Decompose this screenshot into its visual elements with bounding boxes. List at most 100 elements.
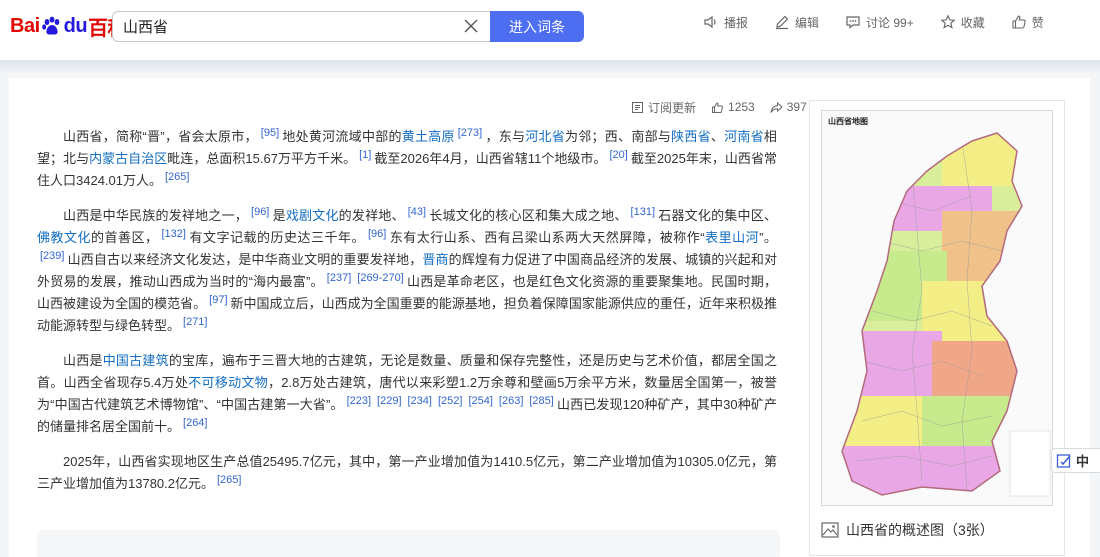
share-icon bbox=[770, 101, 783, 113]
map-caption-text: 山西省的概述图（3张） bbox=[846, 522, 994, 538]
tool-label: 收藏 bbox=[960, 15, 985, 30]
citation-ref[interactable]: [265] bbox=[165, 171, 189, 183]
paw-icon bbox=[41, 16, 60, 35]
paragraph-economy: 2025年，山西省实现地区生产总值25495.7亿元，其中，第一产业增加值为14… bbox=[37, 451, 777, 495]
share-count-button[interactable]: 397 bbox=[770, 100, 807, 114]
tool-broadcast[interactable]: 播报 bbox=[703, 13, 748, 31]
text: 山西自古以来经济文化发达，是中华商业文明的重要发祥地， bbox=[67, 252, 423, 267]
citation-ref[interactable]: [265] bbox=[217, 474, 241, 486]
citation-ref[interactable]: [273] bbox=[458, 127, 482, 139]
text: ，东与 bbox=[485, 129, 526, 144]
citation-ref[interactable]: [264] bbox=[183, 417, 207, 429]
citation-ref[interactable]: [132] bbox=[162, 228, 186, 240]
citation-ref[interactable]: [96] bbox=[251, 206, 269, 218]
tool-label: 讨论 99+ bbox=[866, 15, 914, 30]
link-immovable-relics[interactable]: 不可移动文物 bbox=[188, 375, 268, 390]
text: 、 bbox=[710, 129, 725, 144]
paragraph-intro: 山西省，简称“晋”，省会太原市， [95] 地处黄河流域中部的黄土高原 [273] ，东… bbox=[37, 126, 777, 192]
tool-discussion[interactable]: 讨论 99+ bbox=[845, 13, 914, 31]
logo-bai-text: Bai bbox=[10, 14, 40, 37]
text: 地处黄河流域中部的 bbox=[282, 129, 402, 144]
side-button-label: 中 bbox=[1076, 454, 1090, 469]
enter-entry-button[interactable]: 进入词条 bbox=[490, 11, 584, 42]
paragraph-architecture: 山西是中国古建筑的宝库，遍布于三晋大地的古建筑，无论是数量、质量和保存完整性，还… bbox=[37, 350, 777, 438]
article-meta-row: 订阅更新 1253 397 bbox=[631, 99, 822, 115]
tool-favorite[interactable]: 收藏 bbox=[940, 13, 985, 31]
text: 截至2026年4月，山西省辖11个地级市。 bbox=[374, 151, 607, 166]
like-count-button[interactable]: 1253 bbox=[711, 100, 755, 114]
text: 的首善区， bbox=[91, 230, 159, 245]
text: 是 bbox=[272, 208, 286, 223]
province-map-graphic bbox=[841, 132, 1051, 497]
citation-ref[interactable]: [234] bbox=[408, 395, 432, 407]
logo-du-text: du bbox=[63, 14, 88, 37]
image-gallery-icon bbox=[821, 522, 839, 538]
citation-ref[interactable]: [285] bbox=[529, 395, 553, 407]
link-buddhist-culture[interactable]: 佛教文化 bbox=[37, 230, 91, 245]
top-bar: Bai du 百科 进入词条 播报 bbox=[0, 0, 1100, 60]
citation-ref[interactable]: [237] bbox=[327, 272, 351, 284]
baidu-baike-logo[interactable]: Bai du 百科 bbox=[10, 11, 128, 41]
text: 山西省，简称“晋”，省会太原市， bbox=[63, 129, 258, 144]
text: 为邻；西、南部与 bbox=[565, 129, 672, 144]
text: 毗连，总面积15.67万平方千米。 bbox=[167, 151, 357, 166]
citation-ref[interactable]: [229] bbox=[377, 395, 401, 407]
like-count: 1253 bbox=[728, 100, 755, 114]
toolbar: 播报 编辑 讨论 99+ 收藏 赞 bbox=[703, 13, 1070, 31]
subscribe-icon bbox=[632, 101, 643, 113]
citation-ref[interactable]: [1] bbox=[359, 149, 371, 161]
tool-label: 播报 bbox=[724, 15, 749, 30]
map-gallery-caption[interactable]: 山西省的概述图（3张） bbox=[821, 520, 994, 540]
citation-ref[interactable]: [96] bbox=[368, 228, 386, 240]
thumbs-up-icon bbox=[1012, 15, 1026, 29]
star-icon bbox=[940, 14, 956, 29]
citation-ref[interactable]: [131] bbox=[631, 206, 655, 218]
overview-map-card[interactable]: 山西省地图 山西省的概述图（3张） bbox=[809, 100, 1065, 556]
citation-ref[interactable]: [263] bbox=[499, 395, 523, 407]
link-hebei[interactable]: 河北省 bbox=[525, 129, 565, 144]
thumbs-up-icon bbox=[712, 101, 723, 113]
text: 2025年，山西省实现地区生产总值25495.7亿元，其中，第一产业增加值为14… bbox=[37, 454, 777, 491]
citation-ref[interactable]: [95] bbox=[261, 127, 279, 139]
clear-icon[interactable] bbox=[462, 17, 480, 35]
checkbox-pen-icon bbox=[1056, 453, 1071, 468]
search-input[interactable] bbox=[113, 12, 453, 41]
subscribe-update-button[interactable]: 订阅更新 bbox=[631, 99, 696, 116]
link-biaoli-shanhe[interactable]: 表里山河 bbox=[705, 230, 760, 245]
header-divider-strip bbox=[0, 60, 1100, 72]
link-loess-plateau[interactable]: 黄土高原 bbox=[402, 129, 455, 144]
subscribe-label: 订阅更新 bbox=[648, 100, 697, 115]
text: 长城文化的核心区和集大成之地、 bbox=[429, 208, 628, 223]
article-panel: 订阅更新 1253 397 山西省，简称“晋”，省会太原市， [95] 地处黄河流域… bbox=[9, 78, 1090, 557]
chat-icon bbox=[846, 16, 860, 29]
link-henan[interactable]: 河南省 bbox=[724, 129, 764, 144]
text: 东有太行山系、西有吕梁山系两大天然屏障，被称作“ bbox=[389, 230, 705, 245]
citation-ref[interactable]: [239] bbox=[40, 250, 64, 262]
citation-ref[interactable]: [223] bbox=[347, 395, 371, 407]
citation-ref[interactable]: [254] bbox=[468, 395, 492, 407]
citation-ref[interactable]: [252] bbox=[438, 395, 462, 407]
speaker-icon bbox=[704, 15, 716, 29]
link-jin-merchants[interactable]: 晋商 bbox=[422, 252, 448, 267]
search-box bbox=[112, 11, 490, 42]
link-inner-mongolia[interactable]: 内蒙古自治区 bbox=[89, 151, 167, 166]
tool-like[interactable]: 赞 bbox=[1011, 13, 1044, 31]
map-title: 山西省地图 bbox=[828, 117, 868, 126]
share-count: 397 bbox=[786, 100, 807, 114]
link-chinese-ancient-architecture[interactable]: 中国古建筑 bbox=[103, 353, 169, 368]
next-section-preview bbox=[37, 530, 780, 557]
citation-ref[interactable]: [271] bbox=[183, 316, 207, 328]
shanxi-map-image[interactable]: 山西省地图 bbox=[821, 110, 1053, 506]
text: 山西是 bbox=[63, 353, 103, 368]
tool-label: 编辑 bbox=[795, 15, 820, 30]
floating-side-button[interactable]: 中 bbox=[1051, 448, 1100, 473]
citation-ref[interactable]: [20] bbox=[609, 149, 627, 161]
tool-edit[interactable]: 编辑 bbox=[774, 13, 819, 31]
citation-ref[interactable]: [269-270] bbox=[357, 272, 403, 284]
link-shaanxi[interactable]: 陕西省 bbox=[671, 129, 711, 144]
citation-ref[interactable]: [97] bbox=[209, 294, 227, 306]
text: 的发祥地、 bbox=[338, 208, 405, 223]
citation-ref[interactable]: [43] bbox=[408, 206, 426, 218]
link-drama-culture[interactable]: 戏剧文化 bbox=[286, 208, 339, 223]
tool-label: 赞 bbox=[1031, 15, 1044, 30]
